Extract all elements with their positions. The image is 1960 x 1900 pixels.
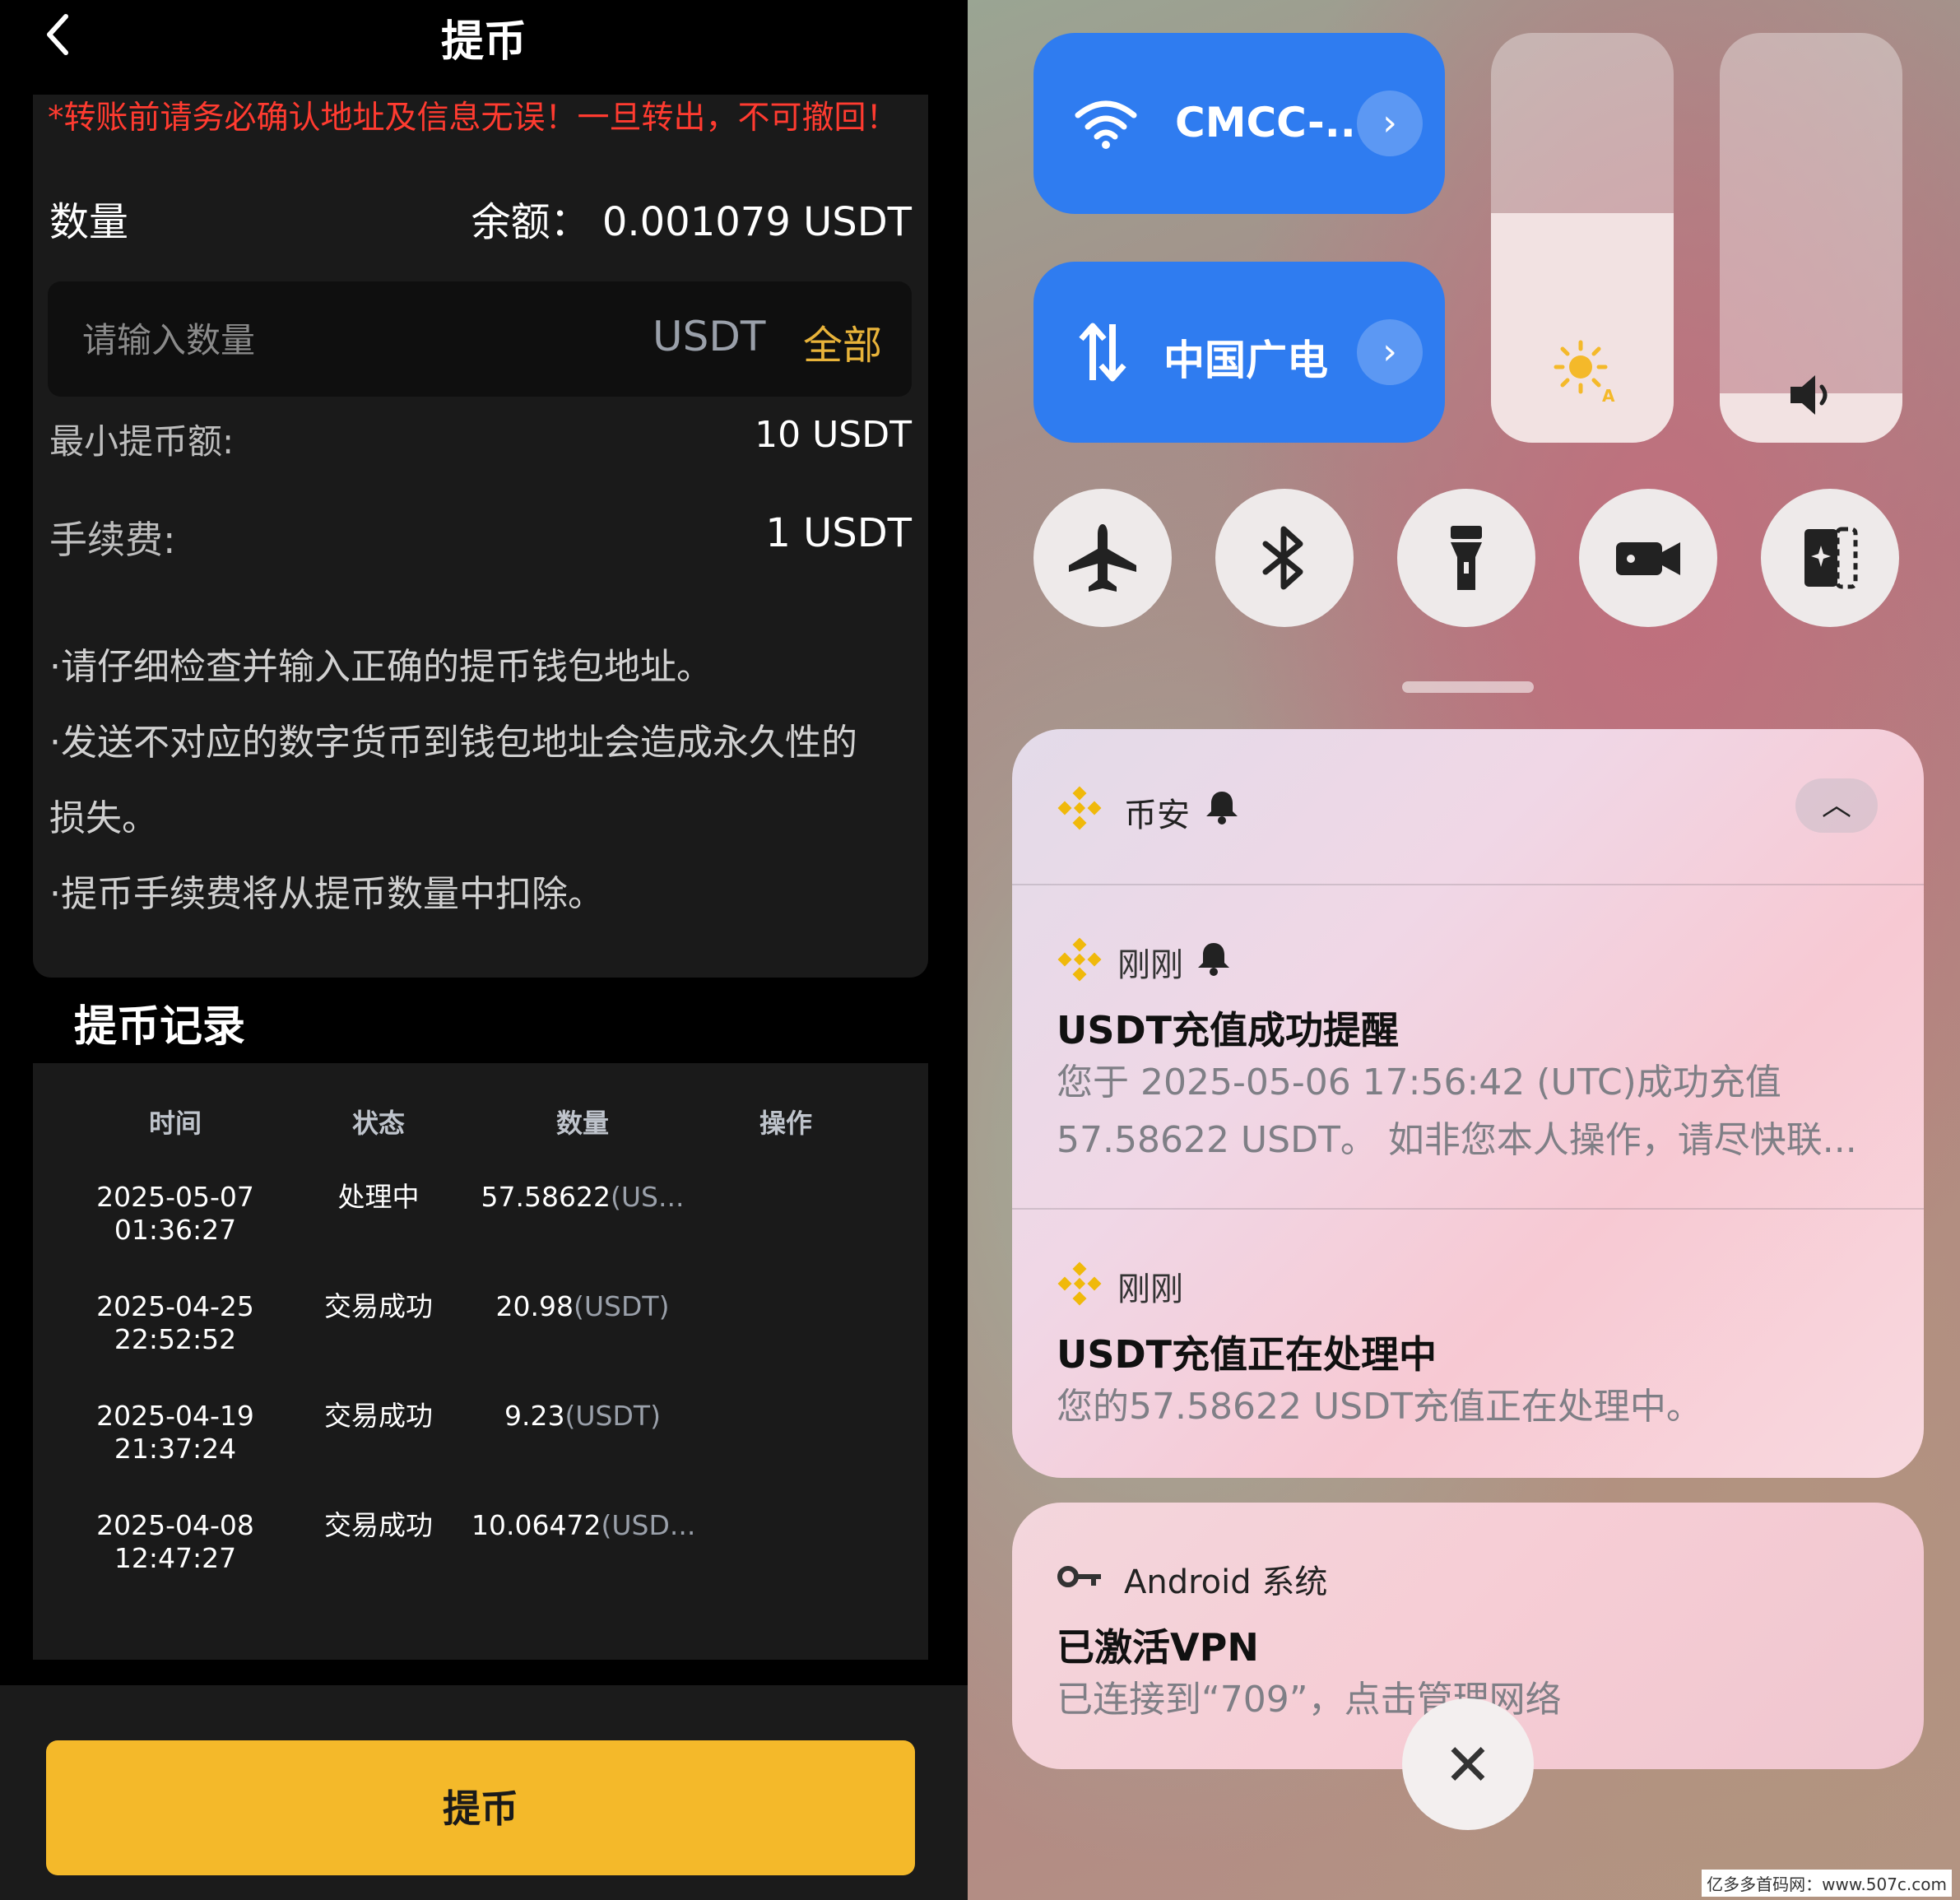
- min-withdraw-label: 最小提币额:: [49, 421, 235, 462]
- page-title: 提币: [440, 17, 527, 67]
- volume-slider[interactable]: [1720, 33, 1902, 443]
- record-status: 处理中: [337, 1181, 420, 1213]
- record-date: 2025-05-07: [96, 1181, 254, 1213]
- withdraw-submit-button[interactable]: 提币: [46, 1740, 915, 1875]
- amount-input[interactable]: [81, 306, 578, 374]
- key-icon: [1057, 1566, 1101, 1587]
- record-time: 01:36:27: [114, 1214, 237, 1246]
- app-name: 币安: [1124, 797, 1190, 834]
- video-camera-toggle[interactable]: [1579, 489, 1717, 627]
- tip-line: 损失。: [49, 797, 158, 839]
- notification-time: 刚刚: [1117, 946, 1183, 984]
- withdraw-screen: 提币 *转账前请务必确认地址及信息无误！一旦转出，不可撤回！ 数量 余额： 0.…: [0, 0, 968, 1900]
- record-date: 2025-04-08: [96, 1509, 254, 1541]
- tip-line: ·发送不对应的数字货币到钱包地址会造成永久性的: [49, 722, 857, 764]
- amount-unit: (USDT): [564, 1400, 661, 1432]
- watermark-text: 亿多多首码网：www.507c.com: [1702, 1870, 1952, 1897]
- amount-unit: (US...: [611, 1181, 685, 1213]
- warning-text: *转账前请务必确认地址及信息无误！一旦转出，不可撤回！: [48, 100, 899, 137]
- speaker-icon: [1790, 375, 1828, 415]
- close-icon[interactable]: ✕: [1402, 1698, 1534, 1830]
- record-date: 2025-04-25: [96, 1290, 254, 1322]
- table-row-time: 2025-04-25 22:52:52: [72, 1290, 278, 1356]
- bell-icon: [1206, 792, 1238, 825]
- notification-title: USDT充值成功提醒: [1057, 1008, 1400, 1052]
- divider: [1012, 884, 1924, 885]
- brightness-fill: [1491, 213, 1674, 443]
- record-amount: 57.58622(US...: [471, 1181, 694, 1214]
- record-date: 2025-04-19: [96, 1400, 254, 1432]
- record-status: 交易成功: [324, 1400, 433, 1432]
- amount-value: 20.98: [495, 1290, 574, 1322]
- svg-text:A: A: [1602, 386, 1615, 403]
- divider: [1012, 1208, 1924, 1210]
- mobile-chevron-right-icon[interactable]: ›: [1357, 319, 1423, 385]
- min-withdraw-value: 10 USDT: [755, 414, 912, 456]
- data-arrows-icon: [1079, 323, 1126, 382]
- binance-logo-icon: [1057, 786, 1102, 830]
- amount-value: 10.06472: [471, 1509, 601, 1541]
- wifi-chevron-right-icon[interactable]: ›: [1357, 91, 1423, 156]
- notification-time: 刚刚: [1117, 1271, 1183, 1308]
- collapse-chevron-up-icon[interactable]: ︿: [1795, 778, 1878, 833]
- history-title: 提币记录: [74, 1002, 246, 1052]
- amount-unit: (USDT): [574, 1290, 670, 1322]
- column-header-status: 状态: [351, 1108, 405, 1139]
- fee-label: 手续费:: [49, 518, 176, 562]
- table-row-time: 2025-04-19 21:37:24: [72, 1400, 278, 1466]
- unit-label: USDT: [653, 313, 766, 360]
- record-time: 21:37:24: [114, 1433, 237, 1465]
- balance-text: 余额： 0.001079 USDT: [471, 199, 912, 245]
- brightness-auto-icon: A: [1554, 340, 1615, 403]
- wifi-label: CMCC-..: [1175, 99, 1356, 146]
- amount-value: 57.58622: [481, 1181, 611, 1213]
- airplane-toggle[interactable]: [1033, 489, 1172, 627]
- amount-input-box: USDT 全部: [48, 281, 912, 397]
- record-amount: 10.06472(USD...: [471, 1509, 696, 1542]
- airplane-icon: [1069, 524, 1136, 592]
- app-name: Android 系统: [1124, 1563, 1328, 1601]
- quantity-label: 数量: [49, 199, 129, 245]
- binance-logo-icon: [1057, 937, 1102, 982]
- record-amount: 9.23(USDT): [471, 1400, 694, 1433]
- notification-body: 您的57.58622 USDT充值正在处理中。: [1057, 1386, 1702, 1428]
- control-center: CMCC-.. › 中国广电 › A 币安 ︿ 刚刚 USDT充值成功提醒 您于…: [968, 0, 1960, 1900]
- wifi-icon: [1075, 100, 1137, 149]
- bell-icon: [1198, 943, 1229, 976]
- screen-cast-toggle[interactable]: [1761, 489, 1899, 627]
- all-button[interactable]: 全部: [803, 313, 882, 370]
- screen-cast-icon: [1804, 527, 1858, 589]
- record-time: 22:52:52: [114, 1323, 237, 1355]
- record-status: 交易成功: [324, 1290, 433, 1322]
- amount-unit: (USD...: [601, 1509, 696, 1541]
- panel-handle[interactable]: [1402, 681, 1534, 693]
- fee-value: 1 USDT: [765, 510, 912, 556]
- record-time: 12:47:27: [114, 1542, 237, 1574]
- notification-title: USDT充值正在处理中: [1057, 1332, 1437, 1377]
- binance-notification-group[interactable]: 币安 ︿ 刚刚 USDT充值成功提醒 您于 2025-05-06 17:56:4…: [1012, 729, 1924, 1478]
- bluetooth-toggle[interactable]: [1215, 489, 1354, 627]
- video-camera-icon: [1616, 542, 1680, 575]
- amount-value: 9.23: [504, 1400, 565, 1432]
- tip-line: ·请仔细检查并输入正确的提币钱包地址。: [49, 646, 713, 688]
- column-header-amount: 数量: [555, 1108, 609, 1139]
- bluetooth-icon: [1262, 526, 1303, 590]
- flashlight-toggle[interactable]: [1397, 489, 1535, 627]
- brightness-slider[interactable]: A: [1491, 33, 1674, 443]
- column-header-time: 时间: [148, 1108, 202, 1139]
- notification-body: 57.58622 USDT。 如非您本人操作，请尽快联...: [1057, 1119, 1857, 1161]
- notification-body: 您于 2025-05-06 17:56:42 (UTC)成功充值: [1057, 1061, 1781, 1103]
- binance-logo-icon: [1057, 1261, 1102, 1306]
- vpn-title: 已激活VPN: [1057, 1625, 1259, 1670]
- mobile-data-tile[interactable]: 中国广电 ›: [1033, 262, 1445, 443]
- record-amount: 20.98(USDT): [471, 1290, 694, 1323]
- tip-line: ·提币手续费将从提币数量中扣除。: [49, 873, 604, 915]
- column-header-action: 操作: [759, 1108, 812, 1139]
- mobile-data-label: 中国广电: [1163, 337, 1328, 384]
- record-status: 交易成功: [324, 1509, 433, 1541]
- table-row-time: 2025-04-08 12:47:27: [72, 1509, 278, 1575]
- table-row-time: 2025-05-07 01:36:27: [72, 1181, 278, 1247]
- wifi-tile[interactable]: CMCC-.. ›: [1033, 33, 1445, 214]
- flashlight-icon: [1451, 526, 1482, 590]
